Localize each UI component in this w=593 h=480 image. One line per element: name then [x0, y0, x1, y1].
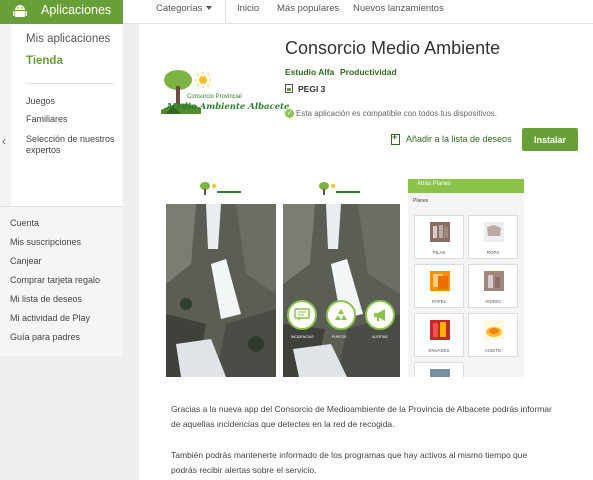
content-rating-icon	[285, 84, 293, 93]
logo-text-big: Medio Ambiente Albacete	[167, 102, 290, 112]
points-button[interactable]	[326, 300, 356, 330]
alerts-label: ALERTAS	[372, 335, 388, 339]
screenshot-3[interactable]: Atrás Planes Planes PILAS ROPA PAPEL VID…	[408, 179, 524, 377]
sidebar-item-games[interactable]: Juegos	[26, 96, 55, 107]
more-tile-icon	[430, 369, 450, 377]
screenshot-appbar: Atrás Planes	[408, 179, 524, 193]
tile-label: VIDRIO	[485, 299, 501, 304]
developer-link[interactable]: Estudio Alfa	[285, 67, 334, 77]
menu-parent-guide[interactable]: Guía para padres	[10, 332, 80, 342]
tile-packaging: ENVASES	[414, 313, 464, 357]
nav-home[interactable]: Inicio	[237, 3, 259, 14]
chevron-left-icon[interactable]: ‹	[2, 134, 6, 148]
menu-play-activity[interactable]: Mi actividad de Play	[10, 313, 90, 323]
chat-icon	[294, 308, 310, 321]
screenshot-header	[283, 179, 400, 204]
check-circle-icon: ✓	[285, 109, 294, 118]
menu-account[interactable]: Cuenta	[10, 218, 39, 228]
alerts-button[interactable]	[365, 300, 395, 330]
batteries-icon	[430, 222, 450, 242]
nav-categories[interactable]: Categorías	[156, 3, 213, 14]
menu-subscriptions[interactable]: Mis suscripciones	[10, 237, 81, 247]
tile-clothes: ROPA	[468, 215, 518, 259]
screenshot-subtitle: Planes	[413, 198, 429, 204]
sidebar-store[interactable]: Tienda	[26, 55, 63, 67]
bookmark-add-icon[interactable]	[391, 132, 400, 145]
sidebar-item-editors-choice[interactable]: Selección de nuestros expertos	[26, 134, 118, 156]
logo-text-small: Consorcio Provincial	[187, 94, 242, 100]
tile-label: ACEITE	[484, 348, 502, 353]
app-details-card: Consorcio Provincial Medio Ambiente Alba…	[139, 24, 593, 480]
wishlist-button[interactable]: Añadir a la lista de deseos	[406, 134, 512, 144]
content-rating: PEGI 3	[298, 84, 326, 94]
nav-popular[interactable]: Más populares	[277, 3, 339, 14]
incidents-label: INCIDENCIAS	[291, 335, 314, 339]
mini-logo-icon	[200, 182, 241, 195]
waterfall-photo	[166, 204, 276, 377]
sidebar-strip	[0, 24, 11, 206]
description-line: También podrás mantenerte informado de l…	[171, 450, 528, 460]
sidebar: ‹ Mis aplicaciones Tienda Juegos Familia…	[0, 24, 123, 206]
description-line: de aquellas incidencias que detectes en …	[171, 419, 395, 429]
screenshot-1[interactable]	[166, 179, 276, 377]
waterfall-photo	[283, 204, 400, 377]
packaging-icon	[430, 320, 450, 340]
description-line: podrás recibir alertas sobre el servicio…	[171, 465, 317, 475]
brand-label: Aplicaciones	[41, 3, 112, 17]
apps-brand-tab[interactable]: Aplicaciones	[0, 0, 123, 24]
nav-new-releases[interactable]: Nuevos lanzamientos	[353, 3, 444, 14]
menu-redeem[interactable]: Canjear	[10, 256, 42, 266]
chevron-down-icon	[206, 6, 213, 10]
tile-batteries: PILAS	[414, 215, 464, 259]
recycle-icon	[335, 309, 347, 320]
nav-categories-label: Categorías	[156, 3, 203, 14]
menu-buy-gift-card[interactable]: Comprar tarjeta regalo	[10, 275, 100, 285]
description-line: Gracias a la nueva app del Consorcio de …	[171, 404, 552, 414]
tile-oil: ACEITE	[468, 313, 518, 357]
screenshot-2[interactable]: INCIDENCIAS PUNTOS ALERTAS	[283, 179, 400, 377]
sidebar-divider	[26, 83, 114, 84]
glass-icon	[484, 271, 504, 291]
tile-label: ROPA	[486, 250, 500, 255]
account-menu: Cuenta Mis suscripciones Canjear Comprar…	[0, 206, 123, 356]
screenshot-header	[166, 179, 276, 204]
menu-wishlist[interactable]: Mi lista de deseos	[10, 294, 82, 304]
clothes-icon	[484, 222, 504, 242]
android-icon	[13, 5, 27, 17]
tile-more	[414, 362, 464, 377]
compatibility-note: Esta aplicación es compatible con todos …	[296, 109, 497, 118]
app-title: Consorcio Medio Ambiente	[285, 38, 501, 58]
tile-label: PILAS	[432, 250, 446, 255]
incidents-button[interactable]	[287, 300, 317, 330]
oil-icon	[484, 320, 504, 340]
sidebar-item-family[interactable]: Familiares	[26, 114, 68, 125]
paper-icon	[430, 271, 450, 291]
category-link[interactable]: Productividad	[340, 67, 397, 77]
install-button[interactable]: Instalar	[522, 128, 578, 151]
appbar-label: Atrás Planes	[417, 181, 452, 187]
nav-divider	[225, 0, 226, 24]
mini-logo-icon	[319, 182, 360, 195]
tile-glass: VIDRIO	[468, 264, 518, 308]
tile-label: ENVASES	[428, 348, 450, 353]
top-bar: Aplicaciones Categorías Inicio Más popul…	[0, 0, 593, 24]
points-label: PUNTOS	[332, 335, 347, 339]
megaphone-icon	[374, 309, 385, 321]
tile-paper: PAPEL	[414, 264, 464, 308]
tile-label: PAPEL	[431, 299, 447, 304]
sidebar-my-apps[interactable]: Mis aplicaciones	[26, 33, 110, 45]
